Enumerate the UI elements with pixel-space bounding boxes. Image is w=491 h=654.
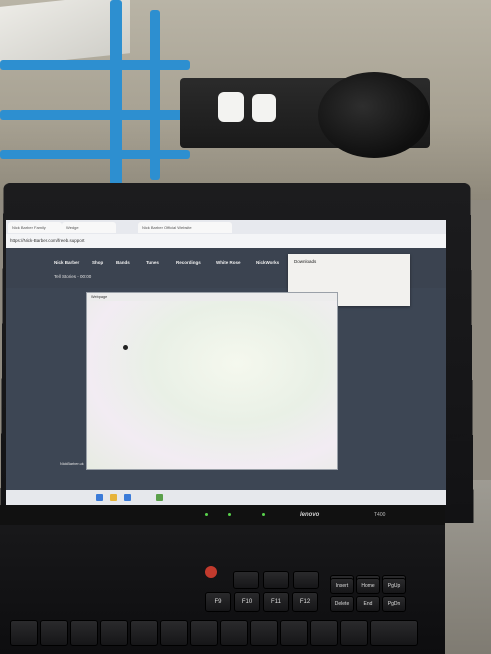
status-led xyxy=(228,513,231,516)
folder-icon[interactable] xyxy=(110,494,117,501)
key-f12[interactable]: F12 xyxy=(292,592,318,612)
status-led xyxy=(262,513,265,516)
app-icon[interactable] xyxy=(156,494,163,501)
downloads-title: Downloads xyxy=(294,259,317,264)
laptop-screen: Nick Barber Family Wedge Nick Barber Off… xyxy=(6,220,446,505)
key[interactable] xyxy=(190,620,218,646)
nav-item[interactable]: Bands xyxy=(116,260,130,265)
dialog-title: Webpage xyxy=(91,295,108,299)
browser-tab[interactable]: Wedge xyxy=(62,222,116,233)
key[interactable] xyxy=(250,620,278,646)
status-led xyxy=(205,513,208,516)
laptop-brand: lenovo xyxy=(300,512,320,518)
nav-item[interactable]: Nick Barber xyxy=(54,260,79,265)
taskbar xyxy=(6,490,446,505)
key[interactable] xyxy=(293,571,319,589)
key-f11[interactable]: F11 xyxy=(263,592,289,612)
key[interactable] xyxy=(160,620,188,646)
trackpoint[interactable] xyxy=(205,566,217,578)
browser-icon[interactable] xyxy=(124,494,131,501)
key-pgdn[interactable]: PgDn xyxy=(382,596,406,612)
key-pgup[interactable]: PgUp xyxy=(382,578,406,594)
key-end[interactable]: End xyxy=(356,596,380,612)
laptop-model: T400 xyxy=(374,512,386,518)
radio-option[interactable] xyxy=(123,345,128,350)
nav-item[interactable]: Shop xyxy=(92,260,103,265)
key-delete[interactable]: Delete xyxy=(330,596,354,612)
address-bar[interactable]: https://Nick-Barber.com/freeb.support xyxy=(6,234,446,248)
url-text: https://Nick-Barber.com/freeb.support xyxy=(10,238,85,243)
key[interactable] xyxy=(70,620,98,646)
start-icon[interactable] xyxy=(96,494,103,501)
nav-item[interactable]: Recordings xyxy=(176,260,201,265)
nav-item[interactable]: NickWorks xyxy=(256,260,279,265)
nav-item[interactable]: White Rose xyxy=(216,260,241,265)
browser-tab[interactable]: Nick Barber Official Website xyxy=(138,222,232,233)
key-f9[interactable]: F9 xyxy=(205,592,231,612)
dialog-window: Webpage xyxy=(86,292,338,470)
key-home[interactable]: Home xyxy=(356,578,380,594)
dialog-titlebar: Webpage xyxy=(87,293,337,301)
nav-item[interactable]: Tunes xyxy=(146,260,159,265)
key[interactable] xyxy=(310,620,338,646)
blue-shelf xyxy=(0,0,190,185)
key[interactable] xyxy=(10,620,38,646)
key-insert[interactable]: Insert xyxy=(330,578,354,594)
key[interactable] xyxy=(40,620,68,646)
key[interactable] xyxy=(130,620,158,646)
key[interactable] xyxy=(340,620,368,646)
key[interactable] xyxy=(220,620,248,646)
browser-tab-bar: Nick Barber Family Wedge Nick Barber Off… xyxy=(6,220,446,234)
photo: Nick Barber Family Wedge Nick Barber Off… xyxy=(0,0,491,654)
key[interactable] xyxy=(280,620,308,646)
backspace-key[interactable] xyxy=(370,620,418,646)
site-footer: NickBarber.uk xyxy=(60,462,84,466)
speaker xyxy=(318,72,430,158)
key[interactable] xyxy=(263,571,289,589)
key[interactable] xyxy=(233,571,259,589)
browser-tab[interactable]: Nick Barber Family xyxy=(8,222,62,233)
key-f10[interactable]: F10 xyxy=(234,592,260,612)
key[interactable] xyxy=(100,620,128,646)
track-time: Tell Stories - 00:00 xyxy=(54,274,92,279)
